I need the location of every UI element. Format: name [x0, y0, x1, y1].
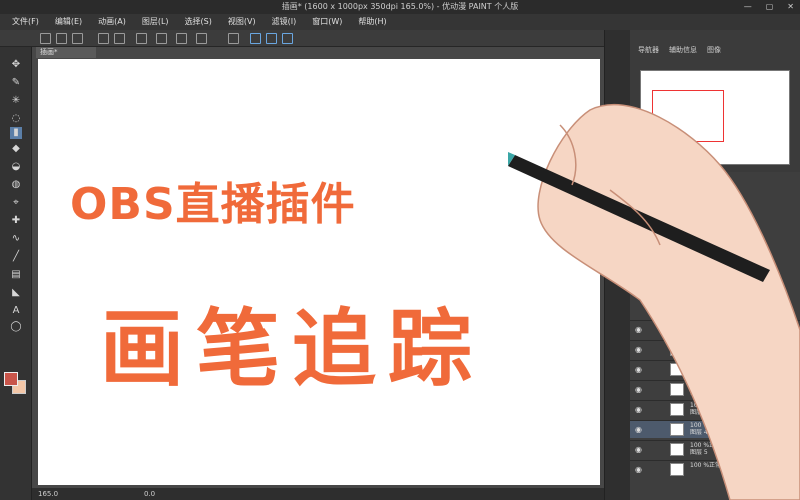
menu-file[interactable]: 文件(F)	[12, 14, 39, 30]
hand-stylus-illustration	[508, 104, 800, 500]
menu-filter[interactable]: 滤镜(I)	[272, 14, 297, 30]
open-file-icon[interactable]	[56, 33, 67, 44]
hand-shape	[537, 104, 800, 500]
text-icon[interactable]: A	[10, 305, 22, 317]
speech-icon[interactable]: ◯	[10, 321, 22, 333]
document-tab-label: 插画*	[40, 48, 58, 56]
main-color-swatch[interactable]	[4, 372, 18, 386]
plus-icon[interactable]: ✚	[10, 215, 22, 227]
menu-select[interactable]: 选择(S)	[185, 14, 212, 30]
lasso-icon[interactable]: ◌	[10, 113, 22, 125]
menu-edit[interactable]: 编辑(E)	[55, 14, 82, 30]
tab-image[interactable]: 图像	[707, 44, 721, 56]
undo-icon[interactable]	[98, 33, 109, 44]
document-tab[interactable]: 插画*	[36, 47, 96, 58]
fill-icon[interactable]: ◒	[10, 161, 22, 173]
curve-icon[interactable]: ∿	[10, 233, 22, 245]
menu-layer[interactable]: 图层(L)	[142, 14, 169, 30]
maximize-button[interactable]: ▢	[766, 0, 774, 14]
navigator-tabs: 导航器 辅助信息 图像	[630, 44, 800, 56]
menu-view[interactable]: 视图(V)	[228, 14, 256, 30]
canvas-headline-2: 画笔追踪	[100, 300, 485, 398]
tool-palette: ✥ ✎ ✳ ◌ ▮ ◆ ◒ ◍ ⌖ ✚ ∿ ╱ ▤ ◣ A ◯	[0, 47, 32, 500]
brush-icon[interactable]: ▮	[10, 127, 22, 139]
blend-icon[interactable]: ◍	[10, 179, 22, 191]
loading-icon[interactable]	[136, 33, 147, 44]
new-file-icon[interactable]	[40, 33, 51, 44]
angle-value[interactable]: 0.0	[144, 488, 155, 500]
menu-help[interactable]: 帮助(H)	[358, 14, 386, 30]
window-title: 插画* (1600 x 1000px 350dpi 165.0%) - 优动漫 …	[281, 2, 519, 11]
move-icon[interactable]: ✥	[10, 59, 22, 71]
deselect-icon[interactable]	[228, 33, 239, 44]
menu-bar: 文件(F) 编辑(E) 动画(A) 图层(L) 选择(S) 视图(V) 滤镜(I…	[0, 14, 800, 30]
close-button[interactable]: ✕	[787, 0, 794, 14]
zoom-value[interactable]: 165.0	[38, 488, 58, 500]
menu-animation[interactable]: 动画(A)	[98, 14, 126, 30]
eraser-icon[interactable]: ◆	[10, 143, 22, 155]
fill-icon[interactable]	[176, 33, 187, 44]
stabilize-2-icon[interactable]	[266, 33, 277, 44]
menu-window[interactable]: 窗口(W)	[312, 14, 342, 30]
tab-sub-info[interactable]: 辅助信息	[669, 44, 697, 56]
minimize-button[interactable]: —	[744, 0, 752, 14]
pen2-icon[interactable]: ╱	[10, 251, 22, 263]
clear-icon[interactable]	[156, 33, 167, 44]
stabilize-1-icon[interactable]	[250, 33, 261, 44]
transform-icon[interactable]	[196, 33, 207, 44]
title-bar: 插画* (1600 x 1000px 350dpi 165.0%) - 优动漫 …	[0, 0, 800, 14]
gradient-icon[interactable]: ▤	[10, 269, 22, 281]
sparkle-icon[interactable]: ✳	[10, 95, 22, 107]
redo-icon[interactable]	[114, 33, 125, 44]
dropper-icon[interactable]: ⌖	[10, 197, 22, 209]
tab-navigator[interactable]: 导航器	[638, 44, 659, 56]
figure-icon[interactable]: ◣	[10, 287, 22, 299]
canvas-headline-1: OBS直播插件	[70, 179, 356, 230]
pen-icon[interactable]: ✎	[10, 77, 22, 89]
save-icon[interactable]	[72, 33, 83, 44]
stabilize-3-icon[interactable]	[282, 33, 293, 44]
